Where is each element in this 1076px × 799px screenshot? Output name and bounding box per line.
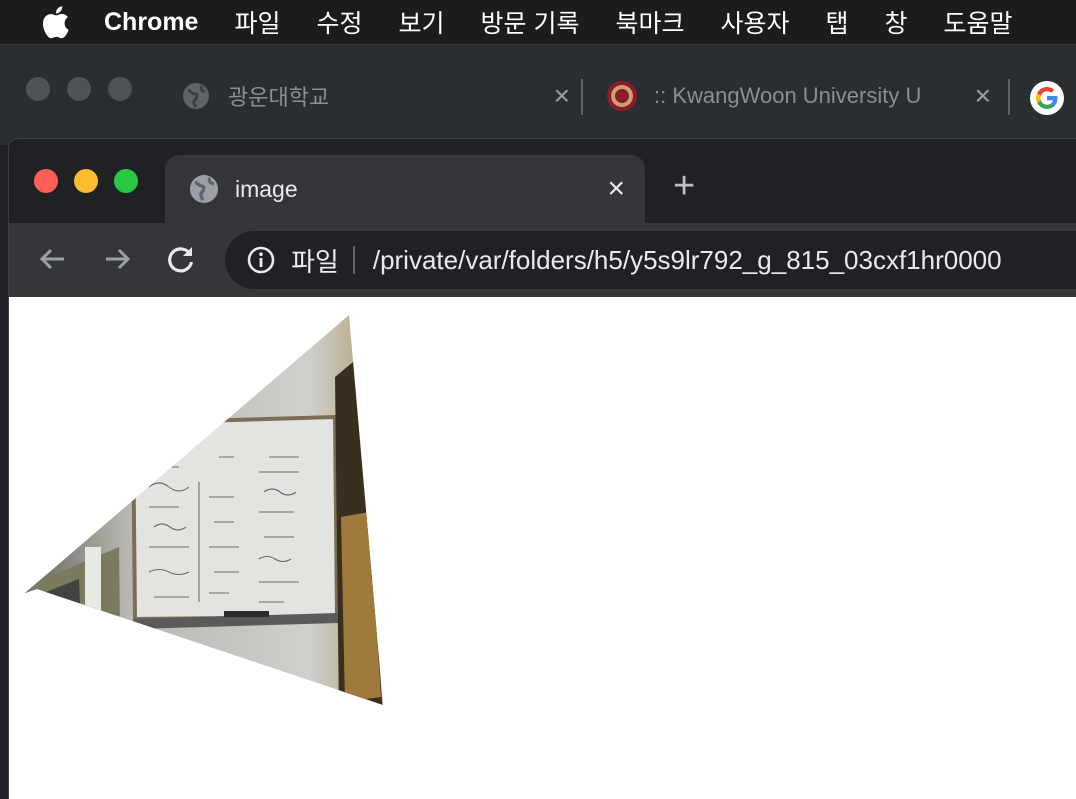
macos-menubar: Chrome 파일 수정 보기 방문 기록 북마크 사용자 탭 창 도움말 [0, 0, 1076, 44]
background-browser-window[interactable]: 광운대학교 × :: KwangWoon University U × [0, 44, 1076, 145]
close-window-button[interactable] [34, 169, 58, 193]
bg-tab-kwangwoon[interactable]: 광운대학교 × [182, 65, 570, 127]
menu-tab[interactable]: 탭 [826, 4, 849, 40]
browser-window[interactable]: image × + 파일 /private/var/folders/h5/y5s… [8, 138, 1076, 799]
menu-app-chrome[interactable]: Chrome [104, 8, 198, 37]
active-tab[interactable]: image × [165, 155, 645, 223]
bg-zoom-button[interactable] [108, 77, 132, 101]
university-seal-icon [607, 81, 637, 111]
warped-whiteboard-image [25, 315, 383, 705]
menu-history[interactable]: 방문 기록 [481, 4, 580, 40]
apple-icon[interactable] [40, 5, 74, 39]
new-tab-icon[interactable]: + [673, 165, 695, 208]
address-divider [352, 246, 355, 274]
bg-close-button[interactable] [26, 77, 50, 101]
menu-edit[interactable]: 수정 [316, 4, 362, 40]
forward-button[interactable] [97, 239, 137, 279]
page-content [9, 297, 1076, 799]
toolbar: 파일 /private/var/folders/h5/y5s9lr792_g_8… [9, 223, 1076, 297]
tab-divider [581, 79, 583, 115]
menu-bookmarks[interactable]: 북마크 [615, 4, 684, 40]
google-icon[interactable] [1030, 81, 1064, 115]
globe-icon [183, 83, 209, 109]
minimize-window-button[interactable] [74, 169, 98, 193]
background-window-controls [26, 77, 132, 101]
menu-view[interactable]: 보기 [399, 4, 445, 40]
url-text[interactable]: /private/var/folders/h5/y5s9lr792_g_815_… [373, 245, 1002, 276]
zoom-window-button[interactable] [114, 169, 138, 193]
bg-tab-title: 광운대학교 [228, 85, 330, 110]
reload-button[interactable] [161, 239, 201, 279]
menu-window[interactable]: 창 [885, 4, 908, 40]
close-icon[interactable]: × [975, 80, 991, 112]
url-scheme-label: 파일 [291, 246, 339, 277]
menu-file[interactable]: 파일 [234, 4, 280, 40]
reload-icon [168, 247, 194, 273]
close-tab-icon[interactable]: × [607, 172, 625, 206]
bg-tab-university[interactable]: :: KwangWoon University U × [606, 65, 991, 127]
menu-help[interactable]: 도움말 [944, 4, 1013, 40]
info-icon[interactable] [247, 246, 275, 274]
tab-title: image [235, 175, 298, 202]
window-controls [34, 169, 138, 193]
globe-icon [190, 175, 218, 203]
address-bar[interactable]: 파일 /private/var/folders/h5/y5s9lr792_g_8… [225, 231, 1076, 289]
tab-divider [1008, 79, 1010, 115]
bg-minimize-button[interactable] [67, 77, 91, 101]
forward-arrow-icon [106, 248, 131, 270]
bg-tab-title: :: KwangWoon University U [654, 83, 922, 108]
menu-profiles[interactable]: 사용자 [720, 4, 789, 40]
back-arrow-icon [39, 248, 64, 270]
back-button[interactable] [33, 239, 73, 279]
close-icon[interactable]: × [554, 80, 570, 112]
